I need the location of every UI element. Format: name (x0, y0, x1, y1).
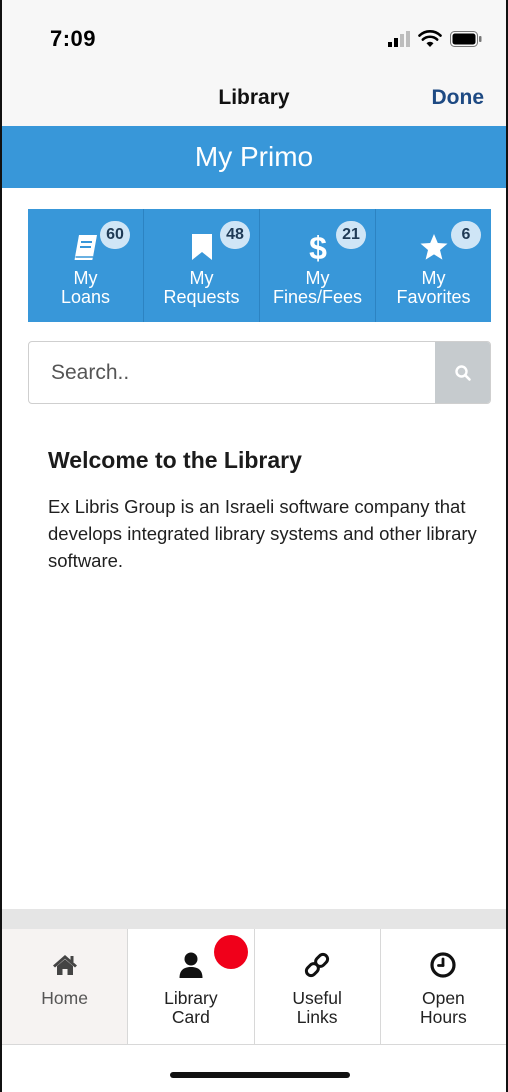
svg-text:$: $ (309, 230, 327, 264)
tile-my-loans[interactable]: 60 My Loans (28, 209, 144, 322)
notification-badge (214, 935, 249, 969)
app-frame: 7:09 Library Done My Primo 60 My Loans 4… (0, 0, 508, 1092)
tile-label: My Loans (60, 268, 111, 307)
nav-bar: Library Done (2, 78, 506, 126)
battery-icon (450, 31, 482, 47)
status-bar: 7:09 (2, 0, 506, 78)
tab-label: Library Card (164, 988, 218, 1027)
favorites-count-badge: 6 (451, 221, 481, 249)
done-button[interactable]: Done (432, 86, 485, 110)
bookmark-icon (184, 229, 220, 265)
tile-label: My Requests (163, 268, 240, 307)
page-title: My Primo (2, 126, 506, 188)
star-icon (416, 229, 452, 265)
tab-library-card[interactable]: Library Card (128, 929, 255, 1044)
signal-icon (388, 31, 410, 47)
tab-useful-links[interactable]: Useful Links (255, 929, 381, 1044)
tile-my-favorites[interactable]: 6 My Favorites (376, 209, 491, 322)
dollar-icon: $ (300, 229, 336, 265)
tile-label: My Favorites (396, 268, 471, 307)
search-input[interactable] (29, 342, 435, 403)
tab-bar: Home Library Card Useful Links Open Hour… (2, 929, 506, 1045)
search-button[interactable] (435, 342, 490, 403)
nav-title: Library (218, 86, 290, 109)
book-icon (68, 229, 104, 265)
user-icon (177, 951, 205, 979)
tab-label: Home (41, 988, 88, 1008)
requests-count-badge: 48 (220, 221, 250, 249)
wifi-icon (418, 30, 442, 47)
tab-open-hours[interactable]: Open Hours (381, 929, 506, 1044)
account-tiles: 60 My Loans 48 My Requests $ 21 My Fines/Fe… (28, 209, 491, 322)
loans-count-badge: 60 (100, 221, 130, 249)
home-icon (51, 951, 79, 979)
clock-icon (429, 951, 457, 979)
tab-label: Useful Links (292, 988, 342, 1027)
search-icon (454, 364, 471, 381)
welcome-heading: Welcome to the Library (48, 447, 302, 473)
tab-bar-divider (2, 909, 506, 929)
tab-label: Open Hours (420, 988, 467, 1027)
welcome-text: Ex Libris Group is an Israeli software c… (48, 496, 477, 571)
tile-label: My Fines/Fees (272, 268, 363, 307)
tile-my-requests[interactable]: 48 My Requests (144, 209, 260, 322)
home-indicator (170, 1072, 350, 1078)
status-icons (388, 30, 482, 48)
tile-my-fines-fees[interactable]: $ 21 My Fines/Fees (260, 209, 376, 322)
search-bar (28, 341, 491, 404)
fines-count-badge: 21 (336, 221, 366, 249)
status-time: 7:09 (50, 26, 97, 51)
tab-home[interactable]: Home (2, 929, 129, 1044)
link-icon (303, 951, 331, 979)
